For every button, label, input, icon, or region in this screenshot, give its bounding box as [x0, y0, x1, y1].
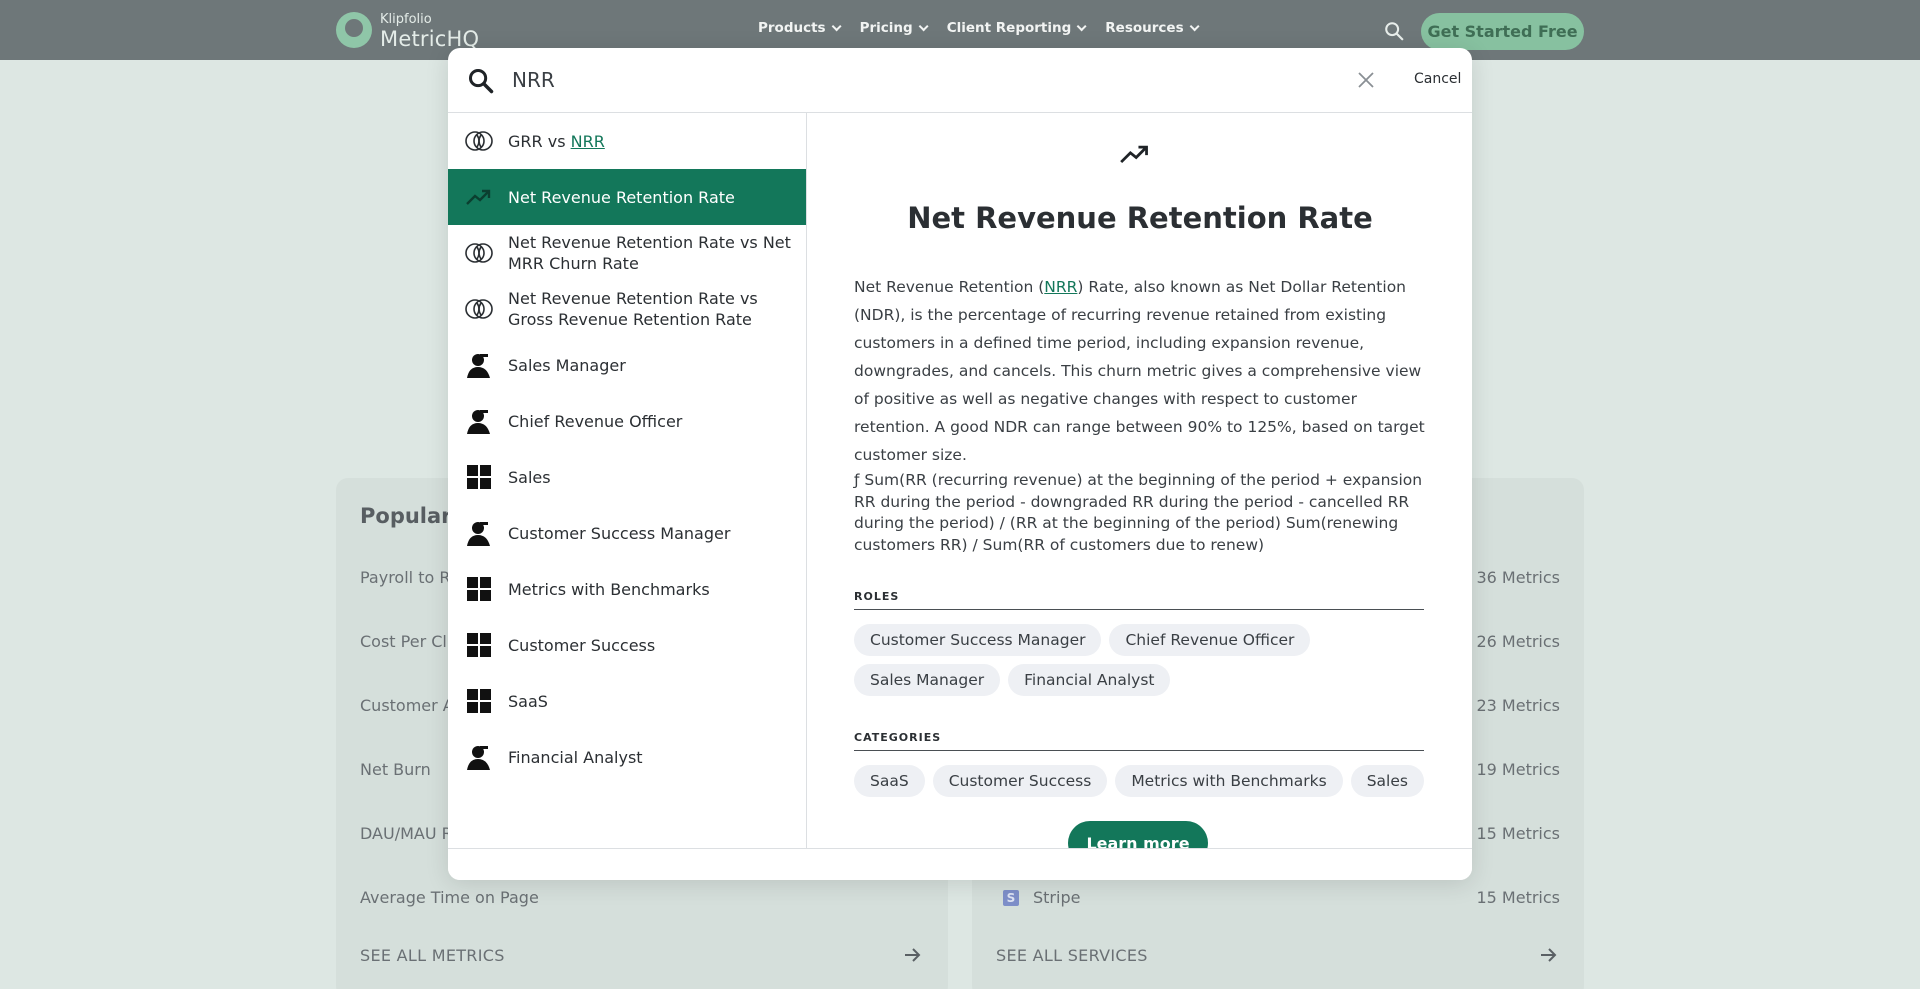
- person-icon: [464, 406, 494, 436]
- detail-panel: Net Revenue Retention Rate Net Revenue R…: [808, 113, 1472, 848]
- learn-more-button[interactable]: Learn more: [1068, 821, 1208, 848]
- list-item[interactable]: Customer A: [360, 696, 454, 715]
- arrow-right-icon[interactable]: [902, 945, 922, 965]
- result-saas[interactable]: SaaS: [448, 673, 806, 729]
- result-chief-revenue-officer[interactable]: Chief Revenue Officer: [448, 393, 806, 449]
- trend-icon: [464, 182, 494, 212]
- result-nrr-vs-net-mrr-churn[interactable]: Net Revenue Retention Rate vs Net MRR Ch…: [448, 225, 806, 281]
- chevron-down-icon: [1076, 20, 1087, 31]
- grid-icon: [464, 630, 494, 660]
- roles-tags: Customer Success Manager Chief Revenue O…: [854, 624, 1434, 696]
- person-icon: [464, 518, 494, 548]
- nav-resources[interactable]: Resources: [1105, 20, 1200, 36]
- result-sales-manager[interactable]: Sales Manager: [448, 337, 806, 393]
- detail-description: Net Revenue Retention (NRR) Rate, also k…: [854, 278, 1425, 464]
- see-all-services-link[interactable]: SEE ALL SERVICES: [996, 946, 1148, 965]
- see-all-metrics-link[interactable]: SEE ALL METRICS: [360, 946, 505, 965]
- detail-title: Net Revenue Retention Rate: [907, 201, 1373, 235]
- chevron-down-icon: [918, 20, 929, 31]
- grid-icon: [464, 574, 494, 604]
- get-started-button[interactable]: Get Started Free: [1421, 13, 1584, 50]
- list-item[interactable]: Cost Per Cli: [360, 632, 451, 651]
- role-tag[interactable]: Financial Analyst: [1008, 664, 1171, 696]
- logo-product: MetricHQ: [380, 26, 480, 51]
- result-metrics-with-benchmarks[interactable]: Metrics with Benchmarks: [448, 561, 806, 617]
- cancel-button[interactable]: Cancel: [1414, 71, 1461, 87]
- detail-formula: ƒ Sum(RR (recurring revenue) at the begi…: [854, 471, 1423, 554]
- metric-count: 36 Metrics: [1476, 568, 1560, 587]
- role-tag[interactable]: Sales Manager: [854, 664, 1001, 696]
- chevron-down-icon: [1189, 20, 1200, 31]
- result-label: Customer Success: [508, 635, 656, 655]
- result-label: Sales Manager: [508, 355, 626, 375]
- category-tag[interactable]: SaaS: [854, 765, 925, 797]
- result-label: Sales: [508, 467, 551, 487]
- result-grr-vs-nrr[interactable]: GRR vs NRR: [448, 113, 806, 169]
- nav-products[interactable]: Products: [758, 20, 842, 36]
- category-tag[interactable]: Sales: [1350, 765, 1424, 797]
- categories-tags: SaaS Customer Success Metrics with Bench…: [854, 765, 1434, 797]
- compare-icon: [464, 126, 494, 156]
- logo[interactable]: Klipfolio MetricHQ: [336, 8, 479, 52]
- logo-mark-icon: [336, 12, 372, 48]
- result-sales[interactable]: Sales: [448, 449, 806, 505]
- category-tag[interactable]: Metrics with Benchmarks: [1115, 765, 1343, 797]
- list-item[interactable]: Average Time on Page: [360, 888, 539, 907]
- nav-menu: Products Pricing Client Reporting Resour…: [758, 20, 1218, 36]
- search-icon[interactable]: [1383, 20, 1405, 42]
- modal-footer: [448, 848, 1472, 880]
- compare-icon: [464, 294, 494, 324]
- result-customer-success[interactable]: Customer Success: [448, 617, 806, 673]
- compare-icon: [464, 238, 494, 268]
- stripe-icon: S: [1003, 890, 1019, 906]
- close-icon[interactable]: [1356, 70, 1376, 90]
- result-financial-analyst[interactable]: Financial Analyst: [448, 729, 806, 785]
- result-label: Customer Success Manager: [508, 523, 731, 543]
- search-icon: [468, 68, 494, 94]
- grid-icon: [464, 686, 494, 716]
- result-nrr-vs-grr[interactable]: Net Revenue Retention Rate vs Gross Reve…: [448, 281, 806, 337]
- category-tag[interactable]: Customer Success: [932, 765, 1108, 797]
- chevron-down-icon: [831, 20, 842, 31]
- list-item[interactable]: DAU/MAU R: [360, 824, 453, 843]
- metric-count: 23 Metrics: [1476, 696, 1560, 715]
- search-match: NRR: [570, 131, 605, 151]
- trend-icon: [1120, 145, 1148, 164]
- result-label: Net Revenue Retention Rate vs Gross Reve…: [508, 289, 758, 329]
- role-tag[interactable]: Chief Revenue Officer: [1109, 624, 1311, 656]
- role-tag[interactable]: Customer Success Manager: [854, 624, 1102, 656]
- roles-heading: ROLES: [854, 590, 1424, 610]
- result-label: Net Revenue Retention Rate vs Net MRR Ch…: [508, 233, 791, 273]
- search-match: NRR: [1044, 278, 1078, 296]
- metric-count: 19 Metrics: [1476, 760, 1560, 779]
- metric-count: 15 Metrics: [1476, 888, 1560, 907]
- result-customer-success-manager[interactable]: Customer Success Manager: [448, 505, 806, 561]
- result-label: GRR vs: [508, 131, 571, 151]
- result-net-revenue-retention-rate[interactable]: Net Revenue Retention Rate: [448, 169, 806, 225]
- grid-icon: [464, 462, 494, 492]
- result-label: SaaS: [508, 691, 548, 711]
- search-input[interactable]: [512, 62, 1332, 98]
- metric-count: 26 Metrics: [1476, 632, 1560, 651]
- person-icon: [464, 350, 494, 380]
- search-modal: Cancel GRR vs NRR Net Revenue Retention …: [448, 48, 1472, 880]
- nav-client-reporting[interactable]: Client Reporting: [947, 20, 1087, 36]
- result-label: Net Revenue Retention Rate: [508, 187, 735, 207]
- list-item[interactable]: Payroll to Re: [360, 568, 460, 587]
- person-icon: [464, 742, 494, 772]
- list-item[interactable]: Stripe: [1033, 888, 1080, 907]
- list-item[interactable]: Net Burn: [360, 760, 431, 779]
- logo-company: Klipfolio: [380, 11, 432, 27]
- search-results: GRR vs NRR Net Revenue Retention Rate Ne…: [448, 113, 807, 848]
- categories-heading: CATEGORIES: [854, 731, 1424, 751]
- arrow-right-icon[interactable]: [1538, 945, 1558, 965]
- modal-search-bar: Cancel: [448, 48, 1472, 113]
- nav-pricing[interactable]: Pricing: [860, 20, 929, 36]
- result-label: Metrics with Benchmarks: [508, 579, 710, 599]
- result-label: Financial Analyst: [508, 747, 643, 767]
- metric-count: 15 Metrics: [1476, 824, 1560, 843]
- result-label: Chief Revenue Officer: [508, 411, 683, 431]
